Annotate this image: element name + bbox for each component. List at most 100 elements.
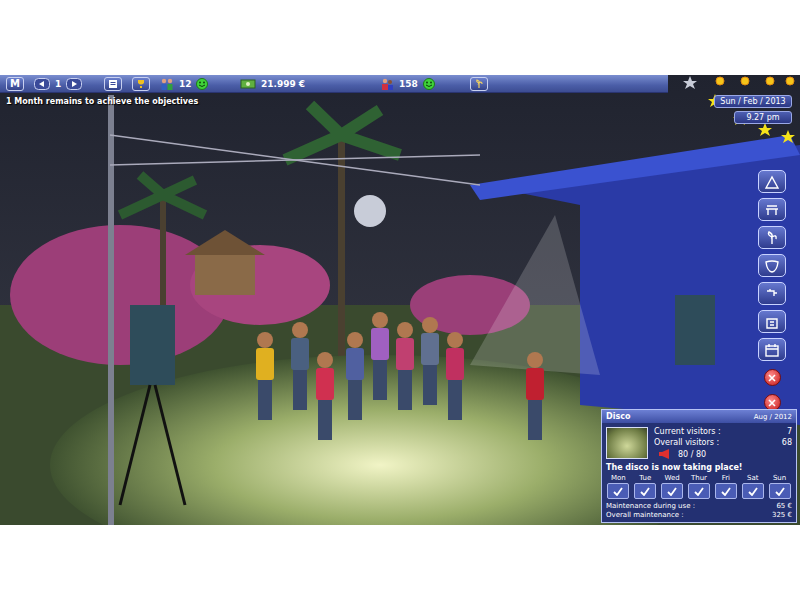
visitors-icon xyxy=(380,78,394,90)
calendar-icon xyxy=(764,343,780,357)
stat-row: Current visitors :7 xyxy=(654,427,792,436)
day-checkbox[interactable] xyxy=(661,483,683,499)
star-icon[interactable] xyxy=(781,130,795,143)
notes-button[interactable] xyxy=(104,77,122,91)
capacity-row: 80 / 80 xyxy=(654,449,792,459)
game-view[interactable]: M 1 12 21.999 € 158 1 Month remains to achiev… xyxy=(0,75,800,525)
dancer-figure[interactable] xyxy=(371,312,389,400)
page: M 1 12 21.999 € 158 1 Month remains to achiev… xyxy=(0,0,800,600)
day-checkbox[interactable] xyxy=(769,483,791,499)
dancer-figure[interactable] xyxy=(346,332,364,420)
day-cell: Thur xyxy=(687,474,712,499)
bottom-margin xyxy=(0,525,800,600)
day-checkbox[interactable] xyxy=(607,483,629,499)
top-margin xyxy=(0,0,800,75)
dancer-figure[interactable] xyxy=(396,322,414,410)
cross-icon xyxy=(768,374,776,382)
staff-counter: 12 xyxy=(160,78,230,90)
stat-row: Overall visitors :68 xyxy=(654,438,792,447)
tool-button[interactable] xyxy=(758,198,786,221)
building-icon xyxy=(764,315,780,329)
staff-icon xyxy=(160,78,174,90)
check-icon xyxy=(694,487,704,496)
panel-title: Disco xyxy=(606,412,630,421)
sun-icon xyxy=(766,77,774,85)
check-icon xyxy=(721,487,731,496)
page-switcher: 1 xyxy=(34,78,94,90)
star-icon[interactable] xyxy=(758,123,772,136)
dancer-figure[interactable] xyxy=(316,352,334,440)
day-cell: Mon xyxy=(606,474,631,499)
megaphone-icon xyxy=(658,449,672,459)
day-checkbox[interactable] xyxy=(742,483,764,499)
menu-button[interactable]: M xyxy=(6,77,24,91)
panel-date: Aug / 2012 xyxy=(754,413,792,421)
cross-icon xyxy=(768,399,776,407)
check-icon xyxy=(640,487,650,496)
day-cell: Sat xyxy=(740,474,765,499)
visitor-count: 158 xyxy=(399,79,418,89)
tool-button[interactable] xyxy=(758,170,786,193)
notes-icon xyxy=(108,79,118,89)
check-icon xyxy=(667,487,677,496)
date-field: Sun / Feb / 2013 xyxy=(714,95,792,108)
build-toolbar xyxy=(758,170,786,411)
page-number: 1 xyxy=(55,79,61,89)
dancer-figure[interactable] xyxy=(256,332,274,420)
day-checkbox[interactable] xyxy=(715,483,737,499)
staff-count: 12 xyxy=(179,79,192,89)
tool-button[interactable] xyxy=(758,254,786,277)
close-button[interactable] xyxy=(764,369,781,386)
clock: Sun / Feb / 2013 9.27 pm xyxy=(714,95,792,124)
star-icon[interactable] xyxy=(683,76,697,89)
tent-icon xyxy=(764,175,780,189)
tool-button[interactable] xyxy=(758,310,786,333)
disco-thumbnail xyxy=(606,427,648,459)
arrow-left-icon[interactable] xyxy=(34,78,50,90)
check-icon xyxy=(748,487,758,496)
day-cell: Tue xyxy=(633,474,658,499)
day-cell: Sun xyxy=(767,474,792,499)
sun-icon xyxy=(741,77,749,85)
cost-row: Overall maintenance :325 € xyxy=(606,511,792,519)
arrow-right-icon[interactable] xyxy=(66,78,82,90)
dancer-figure[interactable] xyxy=(446,332,464,420)
check-icon xyxy=(613,487,623,496)
time-field: 9.27 pm xyxy=(734,111,792,124)
tap-icon xyxy=(764,287,780,301)
status-message: The disco is now taking place! xyxy=(602,461,796,474)
day-checkbox[interactable] xyxy=(634,483,656,499)
objective-text: 1 Month remains to achieve the objective… xyxy=(6,97,198,106)
day-cell: Wed xyxy=(660,474,685,499)
visitor-counter: 158 xyxy=(380,78,460,90)
trophy-icon xyxy=(136,79,146,89)
day-schedule: MonTueWedThurFriSatSun xyxy=(602,474,796,499)
dancer-figure[interactable] xyxy=(526,352,544,440)
money-icon xyxy=(240,78,256,90)
day-checkbox[interactable] xyxy=(688,483,710,499)
plant-icon xyxy=(764,231,780,245)
panel-header: Disco Aug / 2012 xyxy=(602,410,796,423)
sun-icon xyxy=(716,77,724,85)
tool-button[interactable] xyxy=(758,226,786,249)
hud-bar: M 1 12 21.999 € 158 xyxy=(0,75,668,93)
tool-button[interactable] xyxy=(758,338,786,361)
bench-icon xyxy=(764,203,780,217)
dancer-figure[interactable] xyxy=(291,322,309,410)
dancer-figure[interactable] xyxy=(421,317,439,405)
money-counter: 21.999 € xyxy=(240,78,370,90)
mask-icon xyxy=(764,259,780,273)
smiley-icon xyxy=(423,78,435,90)
panel-body: Current visitors :7 Overall visitors :68 8… xyxy=(602,423,796,461)
nature-button[interactable] xyxy=(470,77,488,91)
cost-list: Maintenance during use :65 €Overall main… xyxy=(602,499,796,522)
info-panel: Disco Aug / 2012 Current visitors :7 Overal… xyxy=(601,409,797,523)
check-icon xyxy=(775,487,785,496)
tool-button[interactable] xyxy=(758,282,786,305)
capacity-value: 80 / 80 xyxy=(678,450,706,459)
trophy-button[interactable] xyxy=(132,77,150,91)
smiley-icon xyxy=(196,78,208,90)
nature-icon xyxy=(474,79,484,89)
stats: Current visitors :7 Overall visitors :68 8… xyxy=(654,427,792,459)
cost-row: Maintenance during use :65 € xyxy=(606,502,792,510)
